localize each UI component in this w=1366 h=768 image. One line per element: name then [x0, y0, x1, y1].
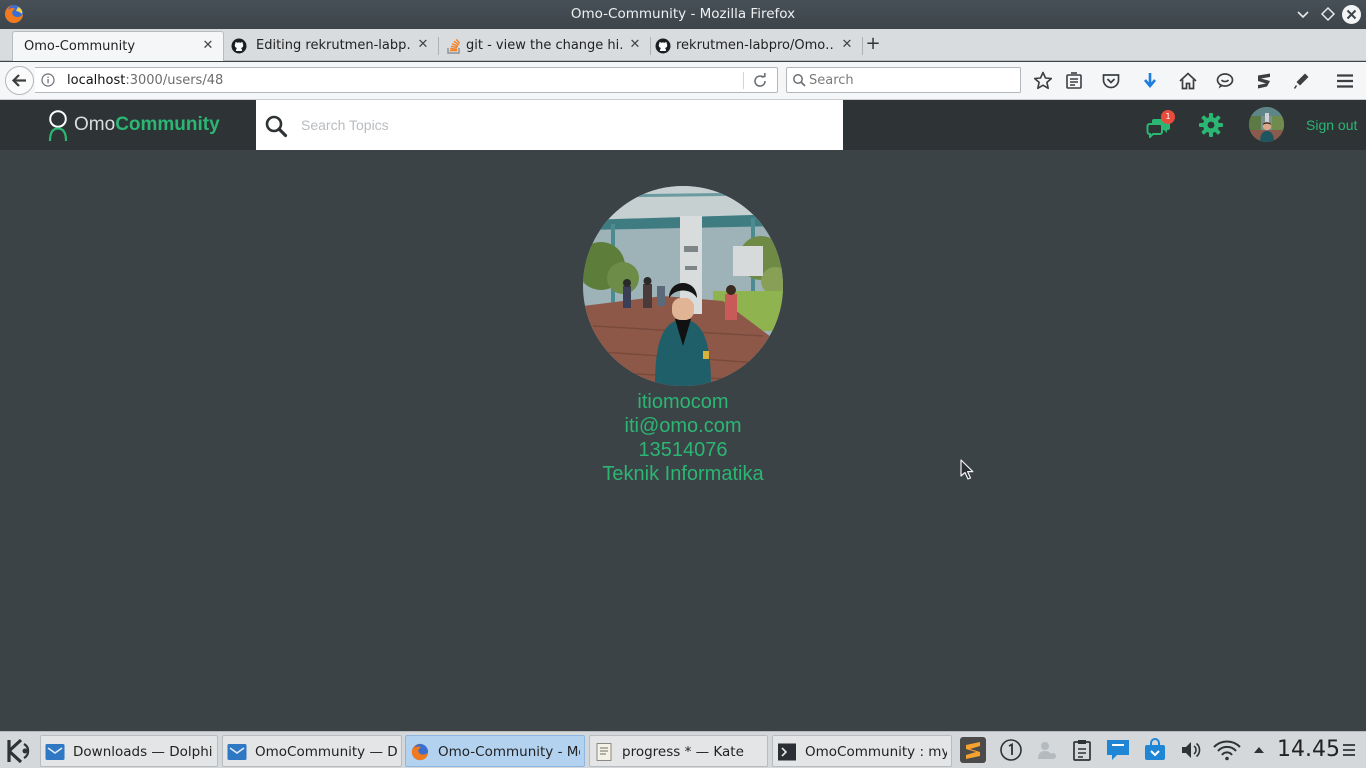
tab-close-icon[interactable]: ✕ — [628, 37, 642, 53]
search-icon — [265, 115, 288, 138]
stackoverflow-icon — [447, 38, 461, 54]
back-button[interactable] — [5, 66, 34, 95]
arrow-left-icon — [11, 74, 26, 87]
close-window-button[interactable] — [1341, 4, 1362, 25]
tab-omo-community[interactable]: Omo-Community ✕ — [12, 31, 224, 61]
url-text[interactable]: localhost:3000/users/48 — [67, 73, 223, 88]
new-tab-button[interactable]: + — [864, 35, 882, 53]
kde-launcher-icon[interactable] — [3, 736, 33, 766]
maximize-button[interactable] — [1319, 5, 1337, 23]
github-icon — [655, 38, 671, 54]
tab-label: rekrutmen-labpro/Omo… — [676, 38, 834, 53]
search-icon — [793, 74, 806, 87]
firefox-icon — [411, 743, 429, 761]
profile-major: Teknik Informatika — [602, 463, 764, 485]
user-outline-icon — [48, 110, 68, 141]
task-progress-kate[interactable]: progress * — Kate — [589, 735, 768, 767]
tab-rekrutmen-labpro[interactable]: rekrutmen-labpro/Omo… ✕ — [650, 31, 863, 61]
user-avatar[interactable] — [1249, 107, 1284, 142]
sublime-text-icon[interactable] — [959, 736, 987, 764]
panel-menu-icon[interactable] — [1342, 742, 1356, 758]
tab-label: Editing rekrutmen-labp… — [256, 38, 410, 53]
eyedropper-icon[interactable] — [1290, 70, 1312, 92]
notifications-icon[interactable] — [1106, 738, 1130, 762]
app-header: OmoCommunity Search Topics Sign out — [0, 100, 1366, 150]
url-bar[interactable]: localhost:3000/users/48 — [35, 67, 778, 93]
hamburger-menu-icon[interactable] — [1334, 70, 1356, 92]
tab-editing-rekrutmen[interactable]: Editing rekrutmen-labp… ✕ — [226, 31, 439, 61]
info-icon[interactable] — [41, 73, 55, 87]
mouse-cursor-icon — [960, 459, 974, 480]
reader-list-icon[interactable] — [1063, 70, 1085, 92]
tab-close-icon[interactable]: ✕ — [201, 38, 215, 54]
task-label: OmoCommunity : myse — [805, 744, 947, 760]
url-host: localhost — [67, 73, 126, 88]
task-label: Downloads — Dolphin — [73, 744, 213, 760]
profile-email: iti@omo.com — [624, 415, 742, 437]
navigation-toolbar: localhost:3000/users/48 Search — [0, 62, 1366, 100]
notification-badge: 1 — [1161, 110, 1175, 124]
sign-out-link[interactable]: Sign out — [1306, 117, 1357, 133]
minimize-button[interactable] — [1294, 5, 1312, 23]
taskbar: Downloads — Dolphin OmoCommunity — Dol O… — [0, 731, 1366, 768]
dolphin-icon — [45, 744, 65, 760]
tray-expand-icon[interactable] — [1251, 738, 1267, 762]
topic-search-input[interactable] — [301, 114, 821, 136]
tab-label: git - view the change hi… — [466, 38, 622, 53]
clipboard-icon[interactable] — [1070, 738, 1094, 762]
wifi-icon[interactable] — [1212, 738, 1242, 762]
github-icon — [231, 38, 247, 54]
kate-icon — [596, 743, 612, 761]
chevron-down-icon — [1297, 11, 1309, 19]
pocket-icon[interactable] — [1100, 70, 1122, 92]
tab-label: Omo-Community — [24, 39, 136, 54]
terminal-icon — [778, 743, 796, 761]
extension-s-icon[interactable] — [1253, 70, 1275, 92]
hello-chat-icon[interactable] — [1214, 70, 1236, 92]
url-path: :3000/users/48 — [125, 73, 224, 88]
task-omocommunity-dolphin[interactable]: OmoCommunity — Dol — [222, 735, 402, 767]
tab-git-view-change[interactable]: git - view the change hi… ✕ — [438, 31, 651, 61]
diamond-icon — [1320, 6, 1336, 22]
close-icon — [1342, 5, 1361, 24]
task-label: progress * — Kate — [622, 744, 744, 760]
clipboard-number-icon[interactable] — [999, 738, 1023, 762]
reload-icon[interactable] — [751, 72, 769, 90]
avatar-photo — [1249, 107, 1284, 142]
home-icon[interactable] — [1177, 70, 1199, 92]
tab-close-icon[interactable]: ✕ — [416, 37, 430, 53]
profile-photo — [583, 186, 783, 386]
user-switch-icon[interactable] — [1035, 738, 1059, 762]
window-titlebar: Omo-Community - Mozilla Firefox — [0, 0, 1366, 29]
task-label: Omo-Community - Moz — [438, 744, 580, 760]
bookmark-star-icon[interactable] — [1032, 70, 1054, 92]
updates-bag-icon[interactable] — [1143, 738, 1167, 762]
task-label: OmoCommunity — Dol — [255, 744, 397, 760]
gear-icon[interactable] — [1198, 112, 1224, 138]
brand-name: OmoCommunity — [74, 114, 220, 135]
tab-close-icon[interactable]: ✕ — [840, 37, 854, 53]
window-title: Omo-Community - Mozilla Firefox — [570, 6, 796, 22]
task-omo-community-firefox[interactable]: Omo-Community - Moz — [405, 735, 585, 767]
clock[interactable]: 14.45 — [1277, 737, 1340, 762]
dolphin-icon — [227, 744, 247, 760]
tab-strip: Omo-Community ✕ Editing rekrutmen-labp… … — [0, 29, 1366, 61]
download-icon[interactable] — [1139, 70, 1161, 92]
profile-nim: 13514076 — [638, 439, 728, 461]
profile-username: itiomocom — [637, 391, 729, 413]
task-omocommunity-terminal[interactable]: OmoCommunity : myse — [772, 735, 952, 767]
task-downloads-dolphin[interactable]: Downloads — Dolphin — [40, 735, 218, 767]
browser-search-placeholder: Search — [809, 73, 854, 88]
volume-icon[interactable] — [1179, 738, 1203, 762]
profile-picture — [583, 186, 783, 386]
browser-search-bar[interactable]: Search — [786, 67, 1021, 93]
topic-search-box[interactable] — [256, 100, 843, 150]
